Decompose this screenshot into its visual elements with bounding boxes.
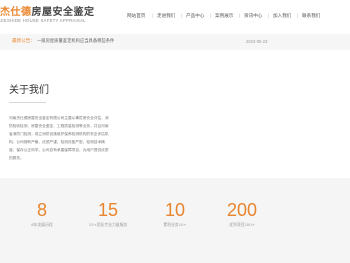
stats-section: 8 8年发展历程 15 15+团队专业力量服务 10 累积业务10+ 200 优… — [0, 178, 350, 263]
nav-item-home[interactable]: 网站首页 — [127, 14, 145, 20]
site-header: 杰仕德房屋安全鉴定 JIESHIDE HOUSE SAFETY APPRAISA… — [0, 0, 350, 34]
notice-label: 最新公告： — [12, 39, 35, 44]
nav-separator: | — [297, 14, 299, 19]
stat-value: 200 — [226, 200, 258, 220]
stat-label: 8年发展历程 — [31, 222, 53, 227]
nav-item-about[interactable]: 走进我们 — [157, 14, 175, 20]
nav-separator: | — [268, 14, 270, 19]
main-nav: 网站首页 | 走进我们 | 产品中心 | 案例展示 | 资讯中心 | 加入我们 … — [0, 14, 350, 22]
nav-item-news[interactable]: 资讯中心 — [244, 14, 262, 20]
about-divider — [9, 102, 46, 103]
nav-separator: | — [152, 14, 154, 19]
nav-item-cases[interactable]: 案例展示 — [215, 14, 233, 20]
stat-years: 8 8年发展历程 — [12, 199, 72, 228]
nav-separator: | — [181, 14, 183, 19]
nav-item-join[interactable]: 加入我们 — [273, 14, 291, 20]
stat-value: 10 — [164, 200, 186, 220]
stat-business: 10 累积业务10+ — [145, 199, 205, 228]
nav-item-contact[interactable]: 联系我们 — [302, 14, 320, 20]
about-body: 河南杰仕德房屋安全鉴定有限公司主要从事危房安全评估、消防验收检测、房屋安全鉴定、… — [9, 116, 109, 160]
nav-separator: | — [239, 14, 241, 19]
stat-label: 累积业务10+ — [163, 222, 187, 227]
stat-team: 15 15+团队专业力量服务 — [78, 199, 138, 228]
notice-bar: 最新公告： 一级房屋质量鉴定机构应当具备哪些条件 2023-05-23 — [0, 34, 350, 50]
notice-date: 2023-05-23 — [246, 39, 268, 44]
about-title: 关于我们 — [9, 85, 49, 96]
stat-label: 优秀项目200+ — [229, 222, 255, 227]
nav-separator: | — [210, 14, 212, 19]
stat-label: 15+团队专业力量服务 — [88, 222, 128, 227]
nav-item-products[interactable]: 产品中心 — [186, 14, 204, 20]
stat-projects: 200 优秀项目200+ — [212, 199, 272, 228]
notice-link[interactable]: 一级房屋质量鉴定机构应当具备哪些条件 — [37, 39, 114, 45]
stat-value: 15 — [97, 200, 119, 220]
stat-value: 8 — [36, 200, 47, 220]
